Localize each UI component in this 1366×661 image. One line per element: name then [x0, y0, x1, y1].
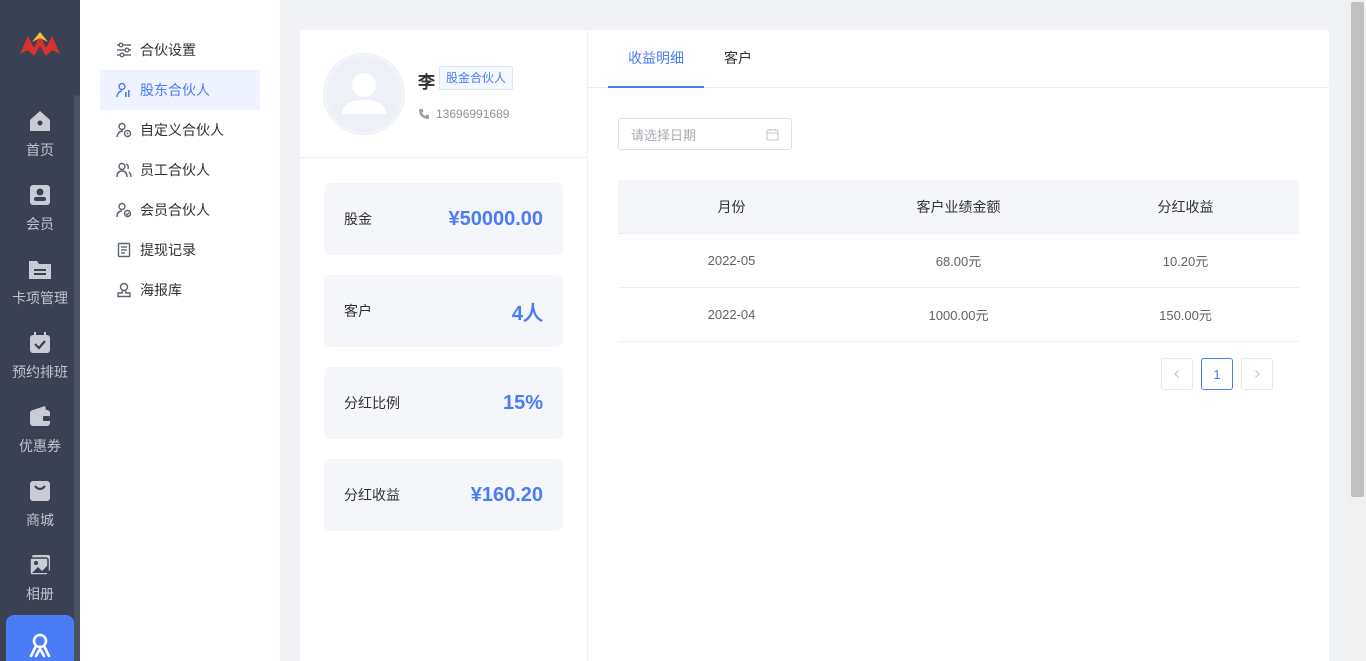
- nav-item-partner[interactable]: [6, 615, 74, 661]
- phone-icon: [419, 109, 429, 119]
- folder-icon: [29, 261, 51, 279]
- cell-customer-sales: 68.00元: [935, 254, 982, 269]
- next-page-button[interactable]: [1241, 358, 1273, 390]
- default-avatar-icon: [342, 73, 386, 114]
- column-header-dividend: 分红收益: [1157, 198, 1214, 215]
- member-card-icon: [30, 185, 50, 205]
- submenu-item-custom-partner[interactable]: 自定义合伙人: [100, 110, 260, 150]
- partner-submenu: 合伙设置 股东合伙人 自定义合伙人 员工合伙人 会员合伙人 提现记录 海报库: [80, 0, 280, 661]
- nav-item-label: 商城: [26, 512, 54, 528]
- cell-month: 2022-05: [707, 253, 756, 268]
- cell-dividend: 150.00元: [1159, 308, 1212, 323]
- submenu-item-partner-settings[interactable]: 合伙设置: [100, 30, 260, 70]
- submenu-item-label: 提现记录: [140, 242, 196, 258]
- page-scrollbar-thumb[interactable]: [1351, 2, 1364, 497]
- page-scrollbar[interactable]: [1349, 0, 1366, 661]
- stat-card-share-capital: 股金 ¥50000.00: [324, 183, 563, 255]
- table-row: 2022-04 1000.00元 150.00元: [618, 288, 1299, 342]
- partner-phone: 13696991689: [418, 107, 509, 121]
- submenu-item-label: 股东合伙人: [140, 82, 210, 98]
- date-picker[interactable]: 请选择日期: [618, 118, 792, 150]
- member-partner-icon: [116, 202, 132, 218]
- submenu-item-poster-library[interactable]: 海报库: [100, 270, 260, 310]
- nav-item-label: 会员: [26, 216, 54, 232]
- stat-card-dividend-income: 分红收益 ¥160.20: [324, 459, 563, 531]
- nav-item-label: 预约排班: [12, 364, 68, 380]
- chevron-right-icon: [1255, 370, 1260, 378]
- submenu-item-label: 员工合伙人: [140, 162, 210, 178]
- stat-label: 分红收益: [344, 487, 400, 503]
- submenu-item-shareholder-partner[interactable]: 股东合伙人: [100, 70, 260, 110]
- document-icon: [117, 242, 131, 258]
- earnings-panel: 收益明细 客户 请选择日期 月份 客户业绩金额 分红收益 2022-05 68.…: [588, 30, 1329, 661]
- album-icon: [29, 555, 50, 576]
- nav-item-coupon[interactable]: 优惠券: [0, 404, 80, 478]
- stat-value: ¥160.20: [470, 483, 543, 506]
- date-picker-placeholder: 请选择日期: [631, 127, 697, 143]
- page-number-button[interactable]: 1: [1201, 358, 1233, 390]
- phone-number: 13696991689: [436, 107, 510, 121]
- custom-partner-icon: [116, 122, 132, 138]
- cell-dividend: 10.20元: [1162, 254, 1209, 269]
- submenu-item-label: 自定义合伙人: [140, 122, 224, 138]
- staff-partner-icon: [116, 162, 132, 178]
- shareholder-icon: [116, 82, 130, 98]
- tab-bar: 收益明细 客户: [588, 30, 1329, 88]
- stat-card-customers: 客户 4人: [324, 275, 563, 347]
- nav-item-schedule[interactable]: 预约排班: [0, 330, 80, 404]
- chevron-left-icon: [1174, 370, 1179, 378]
- stat-value: 15%: [502, 391, 543, 414]
- stat-label: 分红比例: [344, 395, 400, 411]
- partner-profile-panel: 李 股金合伙人 13696991689 股金 ¥50000.00 客户 4人 分…: [300, 30, 587, 661]
- shopping-bag-icon: [30, 481, 50, 501]
- nav-item-member[interactable]: 会员: [0, 182, 80, 256]
- stat-card-dividend-ratio: 分红比例 15%: [324, 367, 563, 439]
- nav-item-label: 卡项管理: [12, 290, 68, 306]
- settings-sliders-icon: [117, 42, 131, 58]
- home-icon: [30, 111, 50, 131]
- earnings-table: 月份 客户业绩金额 分红收益 2022-05 68.00元 10.20元 202…: [618, 180, 1299, 342]
- main-nav-rail: 首页 会员 卡项管理 预约排班 优惠券 商城 相册: [0, 0, 80, 661]
- partner-name: 李: [418, 73, 435, 92]
- table-header-row: 月份 客户业绩金额 分红收益: [618, 180, 1299, 234]
- submenu-item-staff-partner[interactable]: 员工合伙人: [100, 150, 260, 190]
- tab-earnings-detail[interactable]: 收益明细: [608, 30, 704, 88]
- prev-page-button[interactable]: [1161, 358, 1193, 390]
- stat-value: ¥50000.00: [448, 207, 543, 230]
- column-header-month: 月份: [717, 198, 746, 215]
- submenu-item-label: 合伙设置: [140, 42, 196, 58]
- submenu-item-label: 会员合伙人: [140, 202, 210, 218]
- tab-customers[interactable]: 客户: [712, 30, 764, 88]
- brand-logo: [20, 32, 60, 56]
- nav-item-home[interactable]: 首页: [0, 108, 80, 182]
- profile-header: 李 股金合伙人 13696991689: [300, 30, 587, 158]
- calendar-icon: [30, 332, 50, 353]
- nav-item-label: 相册: [26, 586, 54, 602]
- stamp-icon: [117, 282, 131, 298]
- nav-item-card-management[interactable]: 卡项管理: [0, 256, 80, 330]
- submenu-item-withdrawal-records[interactable]: 提现记录: [100, 230, 260, 270]
- partner-icon: [29, 633, 51, 658]
- submenu-item-label: 海报库: [140, 282, 182, 298]
- wallet-icon: [30, 406, 50, 426]
- cell-month: 2022-04: [707, 307, 756, 322]
- table-row: 2022-05 68.00元 10.20元: [618, 234, 1299, 288]
- cell-customer-sales: 1000.00元: [928, 308, 989, 323]
- column-header-customer-sales: 客户业绩金额: [916, 198, 1001, 215]
- avatar: [324, 54, 404, 134]
- submenu-item-member-partner[interactable]: 会员合伙人: [100, 190, 260, 230]
- nav-item-mall[interactable]: 商城: [0, 478, 80, 552]
- calendar-small-icon: [766, 128, 779, 140]
- stat-label: 股金: [344, 211, 372, 227]
- stat-value: 4人: [511, 302, 543, 325]
- stat-label: 客户: [344, 303, 372, 319]
- nav-item-label: 首页: [26, 142, 54, 158]
- nav-item-label: 优惠券: [19, 438, 61, 454]
- partner-type-badge: 股金合伙人: [439, 66, 514, 90]
